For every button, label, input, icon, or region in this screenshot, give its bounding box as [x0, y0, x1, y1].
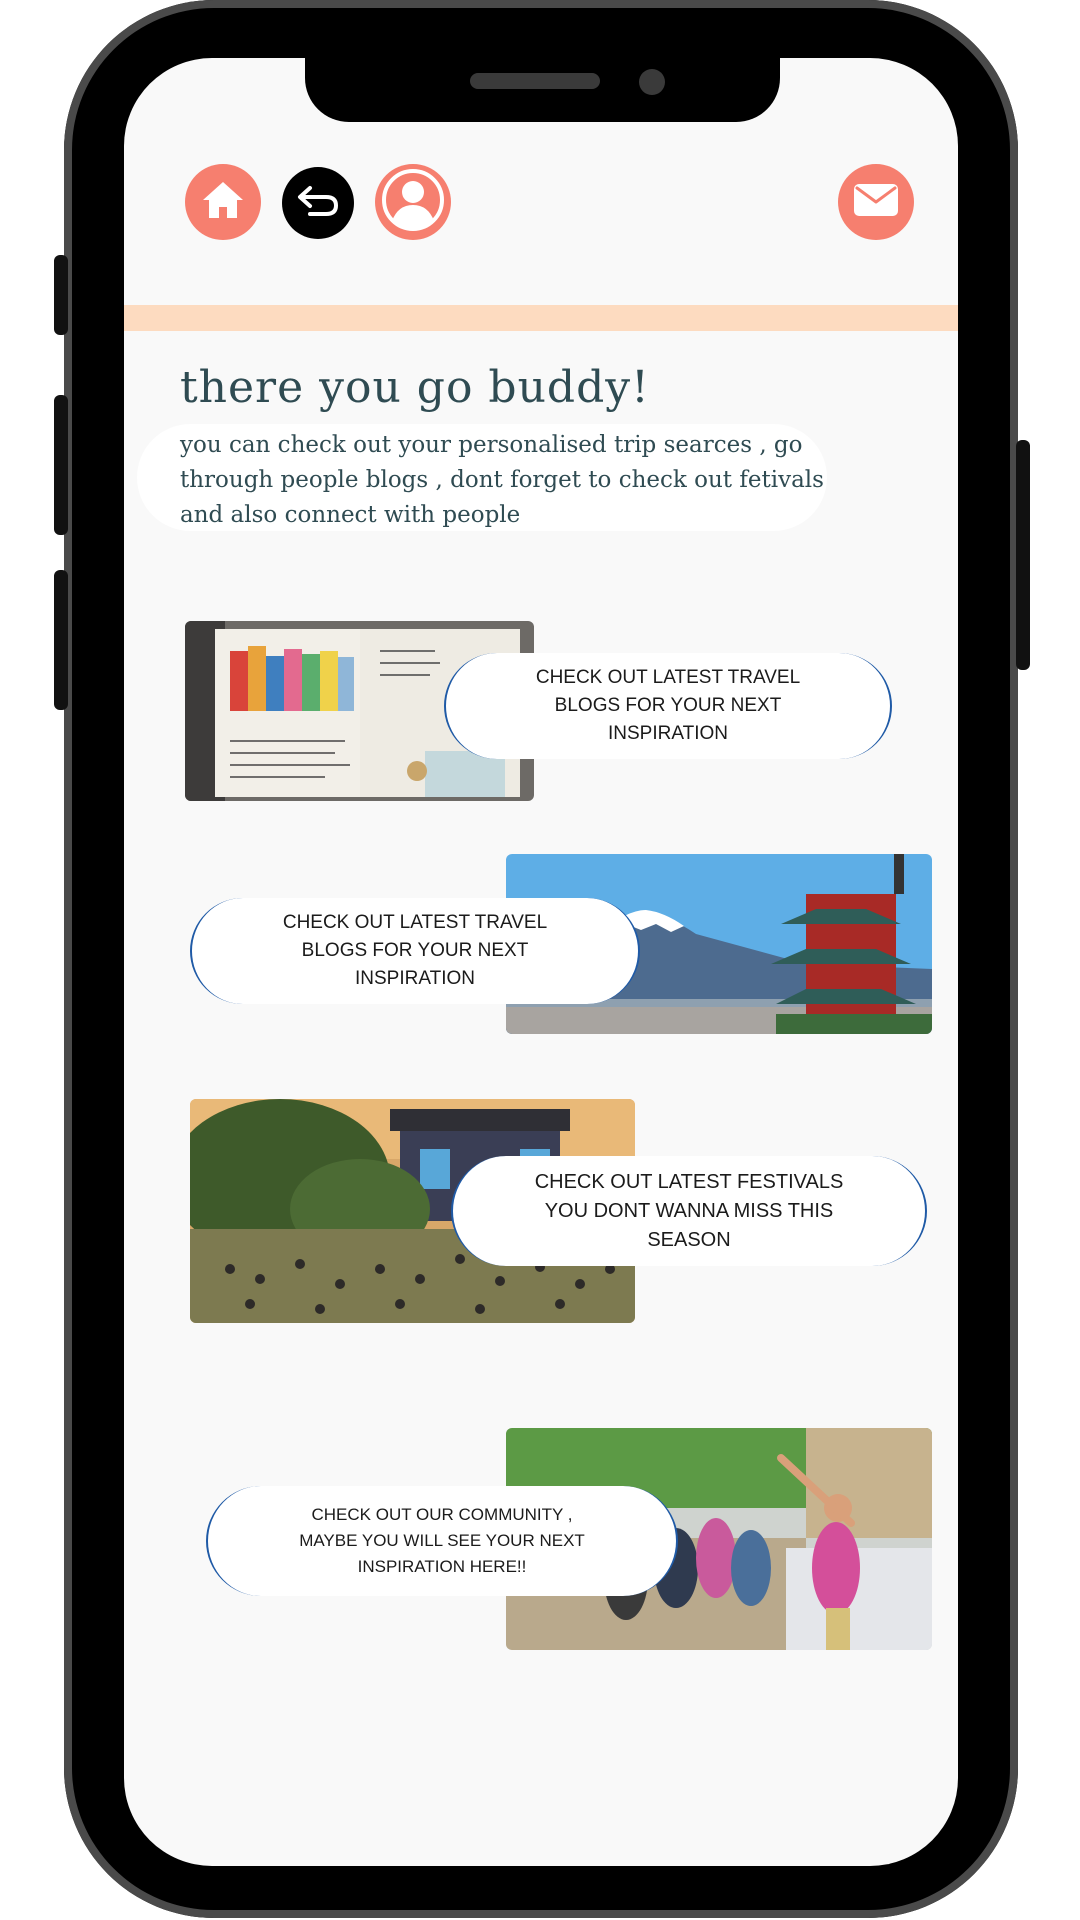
back-arrow-icon — [296, 184, 340, 223]
card-2-label: CHECK OUT LATEST TRAVEL BLOGS FOR YOUR N… — [282, 912, 548, 989]
profile-button[interactable] — [375, 164, 451, 240]
page-subtitle: you can check out your personalised trip… — [180, 432, 824, 528]
user-profile-icon — [378, 165, 448, 240]
header-divider-band — [124, 305, 958, 331]
travel-blogs-card-2[interactable]: CHECK OUT LATEST TRAVEL BLOGS FOR YOUR N… — [190, 898, 640, 1004]
home-button[interactable] — [185, 164, 261, 240]
mail-button[interactable] — [838, 164, 914, 240]
community-card[interactable]: CHECK OUT OUR COMMUNITY , MAYBE YOU WILL… — [206, 1486, 678, 1596]
volume-up-button — [54, 395, 68, 535]
festivals-card[interactable]: CHECK OUT LATEST FESTIVALS YOU DONT WANN… — [451, 1156, 927, 1266]
page-title: there you go buddy! — [180, 362, 650, 413]
power-button — [1016, 440, 1030, 670]
mail-icon — [852, 182, 900, 223]
travel-blogs-card-1[interactable]: CHECK OUT LATEST TRAVEL BLOGS FOR YOUR N… — [444, 653, 892, 759]
notch — [305, 58, 780, 122]
speaker-grille — [470, 73, 600, 89]
card-4-label: CHECK OUT OUR COMMUNITY , MAYBE YOU WILL… — [299, 1505, 585, 1576]
front-camera — [639, 69, 665, 95]
card-3-label: CHECK OUT LATEST FESTIVALS YOU DONT WANN… — [534, 1170, 844, 1251]
card-1-label: CHECK OUT LATEST TRAVEL BLOGS FOR YOUR N… — [535, 667, 801, 744]
back-button[interactable] — [282, 167, 354, 239]
mute-switch — [54, 255, 68, 335]
volume-down-button — [54, 570, 68, 710]
home-icon — [200, 179, 246, 226]
